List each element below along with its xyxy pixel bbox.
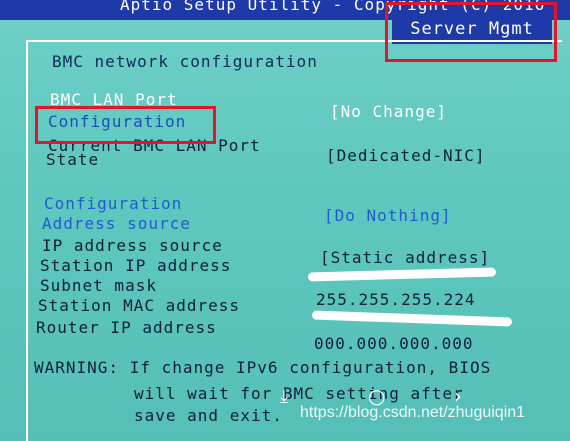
- field-label-router-ip-address: Router IP address: [36, 318, 217, 337]
- ip-address-source-value: [Static address]: [320, 248, 491, 267]
- warning-line-1: WARNING: If change IPv6 configuration, B…: [34, 358, 492, 377]
- field-label-station-mac-address: Station MAC address: [38, 296, 241, 315]
- field-label-address-source[interactable]: Address source: [42, 214, 191, 233]
- warning-line-3: save and exit.: [134, 406, 283, 425]
- watermark: https://blog.csdn.net/zhuguiqin1: [300, 404, 526, 421]
- field-label-subnet-mask: Subnet mask: [40, 276, 157, 295]
- warning-line-2: will wait for BMC setting after: [134, 384, 464, 403]
- router-ip-address-value: 000.000.000.000: [314, 334, 474, 353]
- highlight-box-configuration: [35, 106, 216, 144]
- bmc-lan-port-state-value: [Dedicated-NIC]: [326, 146, 486, 165]
- bmc-lan-port-config-value[interactable]: [No Change]: [330, 102, 447, 121]
- download-icon[interactable]: ⤓: [280, 386, 288, 407]
- field-label-station-ip-address: Station IP address: [40, 256, 232, 275]
- config-address-source-value[interactable]: [Do Nothing]: [324, 206, 452, 225]
- field-label-state: State: [46, 150, 100, 169]
- field-label-configuration-2: Configuration: [44, 194, 183, 213]
- bios-screen: Aptio Setup Utility - Copyright (C) 2016…: [0, 0, 570, 441]
- highlight-box-server-mgmt: [385, 2, 557, 62]
- subnet-mask-value: 255.255.255.224: [316, 290, 476, 309]
- field-label-ip-address-source: IP address source: [42, 236, 223, 255]
- panel-title: BMC network configuration: [52, 52, 318, 71]
